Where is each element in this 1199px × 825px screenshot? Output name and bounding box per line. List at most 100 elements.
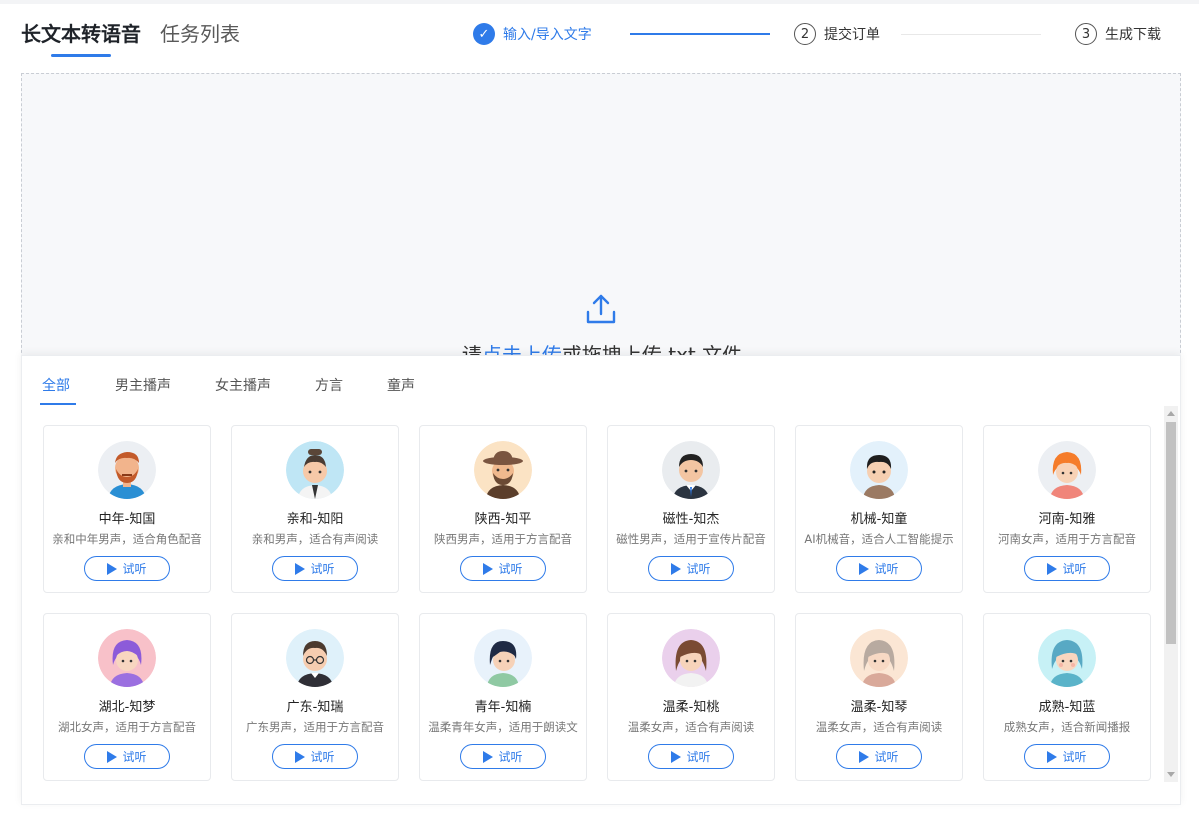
play-icon [859, 562, 870, 575]
play-preview-button[interactable]: 试听 [1024, 744, 1110, 769]
voice-card[interactable]: 磁性-知杰 磁性男声，适用于宣传片配音 试听 [607, 425, 775, 593]
avatar-short-hair-woman [474, 629, 532, 687]
step-input-text: ✓ 输入/导入文字 [473, 22, 592, 46]
category-tab-child[interactable]: 童声 [387, 376, 415, 396]
voice-description: 亲和中年男声，适合角色配音 [52, 532, 202, 546]
avatar-cowboy-man [474, 441, 532, 499]
play-label: 试听 [498, 750, 523, 764]
step-submit-order: 2 提交订单 [794, 22, 880, 46]
voice-name: 青年-知楠 [474, 700, 532, 715]
voice-name: 成熟-知蓝 [1038, 700, 1096, 715]
voice-name: 湖北-知梦 [98, 700, 156, 715]
voice-card[interactable]: 青年-知楠 温柔青年女声，适用于朗读文 试听 [419, 613, 587, 781]
voice-name: 中年-知国 [98, 512, 156, 527]
voice-description: 温柔女声，适合有声阅读 [815, 720, 943, 734]
voice-description: 温柔青年女声，适用于朗读文 [428, 720, 578, 734]
avatar-purple-hair-girl [98, 629, 156, 687]
play-preview-button[interactable]: 试听 [648, 556, 734, 581]
voice-name: 磁性-知杰 [662, 512, 720, 527]
voice-name: 机械-知童 [850, 512, 908, 527]
tab-task-list[interactable]: 任务列表 [160, 21, 240, 47]
tab-long-text-tts[interactable]: 长文本转语音 [21, 21, 141, 47]
play-icon [1047, 750, 1058, 763]
step-connector-pending [901, 34, 1041, 35]
play-preview-button[interactable]: 试听 [272, 744, 358, 769]
play-icon [295, 750, 306, 763]
voice-panel: 全部 男主播声 女主播声 方言 童声 中年-知国 亲和中年男声，适合角色配音 试… [21, 355, 1181, 805]
voice-card[interactable]: 亲和-知阳 亲和男声，适合有声阅读 试听 [231, 425, 399, 593]
category-tab-female-anchor[interactable]: 女主播声 [215, 376, 271, 396]
step-connector-done [630, 33, 770, 35]
voice-card[interactable]: 中年-知国 亲和中年男声，适合角色配音 试听 [43, 425, 211, 593]
scroll-down-arrow-icon[interactable] [1167, 772, 1175, 777]
play-preview-button[interactable]: 试听 [84, 556, 170, 581]
voice-name: 河南-知雅 [1038, 512, 1096, 527]
category-tab-dialect[interactable]: 方言 [315, 376, 343, 396]
upload-icon [586, 294, 616, 324]
play-icon [107, 750, 118, 763]
play-preview-button[interactable]: 试听 [648, 744, 734, 769]
voice-name: 亲和-知阳 [286, 512, 344, 527]
play-icon [483, 562, 494, 575]
play-label: 试听 [122, 750, 147, 764]
voice-description: 成熟女声，适合新闻播报 [1003, 720, 1131, 734]
play-preview-button[interactable]: 试听 [1024, 556, 1110, 581]
voice-card[interactable]: 湖北-知梦 湖北女声，适用于方言配音 试听 [43, 613, 211, 781]
avatar-teal-hair-woman [1038, 629, 1096, 687]
play-icon [483, 750, 494, 763]
voice-description: 亲和男声，适合有声阅读 [251, 532, 379, 546]
play-preview-button[interactable]: 试听 [84, 744, 170, 769]
category-tab-underline [40, 403, 76, 405]
header: 长文本转语音 任务列表 ✓ 输入/导入文字 2 提交订单 3 生成下载 [0, 4, 1199, 72]
play-label: 试听 [874, 750, 899, 764]
voice-card[interactable]: 机械-知童 AI机械音，适合人工智能提示 试听 [795, 425, 963, 593]
voice-description: AI机械音，适合人工智能提示 [804, 532, 954, 546]
step-label: 生成下载 [1105, 27, 1161, 43]
voice-card[interactable]: 温柔-知琴 温柔女声，适合有声阅读 试听 [795, 613, 963, 781]
avatar-bearded-man [98, 441, 156, 499]
voice-list-scrollbar[interactable] [1164, 406, 1178, 782]
voice-card[interactable]: 温柔-知桃 温柔女声，适合有声阅读 试听 [607, 613, 775, 781]
voice-card[interactable]: 河南-知雅 河南女声，适用于方言配音 试听 [983, 425, 1151, 593]
voice-description: 湖北女声，适用于方言配音 [58, 720, 196, 734]
play-icon [295, 562, 306, 575]
play-label: 试听 [686, 750, 711, 764]
avatar-suit-man [662, 441, 720, 499]
avatar-brown-hair-woman [662, 629, 720, 687]
play-label: 试听 [122, 562, 147, 576]
play-icon [671, 562, 682, 575]
voice-description: 广东男声，适用于方言配音 [246, 720, 384, 734]
play-preview-button[interactable]: 试听 [836, 556, 922, 581]
active-tab-underline [51, 54, 111, 57]
upload-dropzone[interactable]: 请点击上传或拖拽上传 txt 文件 [21, 73, 1181, 363]
voice-name: 广东-知瑞 [286, 700, 344, 715]
step-label: 提交订单 [824, 27, 880, 43]
voice-description: 陕西男声，适用于方言配音 [434, 532, 572, 546]
voice-card[interactable]: 成熟-知蓝 成熟女声，适合新闻播报 试听 [983, 613, 1151, 781]
play-preview-button[interactable]: 试听 [272, 556, 358, 581]
play-icon [859, 750, 870, 763]
category-tab-all[interactable]: 全部 [42, 376, 70, 396]
scroll-thumb[interactable] [1166, 422, 1176, 644]
page: 长文本转语音 任务列表 ✓ 输入/导入文字 2 提交订单 3 生成下载 请点击上… [0, 0, 1199, 825]
play-preview-button[interactable]: 试听 [460, 556, 546, 581]
play-label: 试听 [498, 562, 523, 576]
voice-card[interactable]: 广东-知瑞 广东男声，适用于方言配音 试听 [231, 613, 399, 781]
play-preview-button[interactable]: 试听 [460, 744, 546, 769]
play-label: 试听 [1062, 750, 1087, 764]
scroll-up-arrow-icon[interactable] [1167, 411, 1175, 416]
avatar-gray-hair-woman [850, 629, 908, 687]
step-generate-download: 3 生成下载 [1075, 22, 1161, 46]
avatar-glasses-man [286, 629, 344, 687]
step-number: 3 [1075, 23, 1097, 45]
voice-name: 陕西-知平 [474, 512, 532, 527]
avatar-hat-man [286, 441, 344, 499]
category-tab-male-anchor[interactable]: 男主播声 [115, 376, 171, 396]
voice-description: 磁性男声，适用于宣传片配音 [616, 532, 766, 546]
play-preview-button[interactable]: 试听 [836, 744, 922, 769]
play-icon [1047, 562, 1058, 575]
play-label: 试听 [686, 562, 711, 576]
voice-description: 河南女声，适用于方言配音 [998, 532, 1136, 546]
voice-name: 温柔-知桃 [662, 700, 720, 715]
voice-card[interactable]: 陕西-知平 陕西男声，适用于方言配音 试听 [419, 425, 587, 593]
